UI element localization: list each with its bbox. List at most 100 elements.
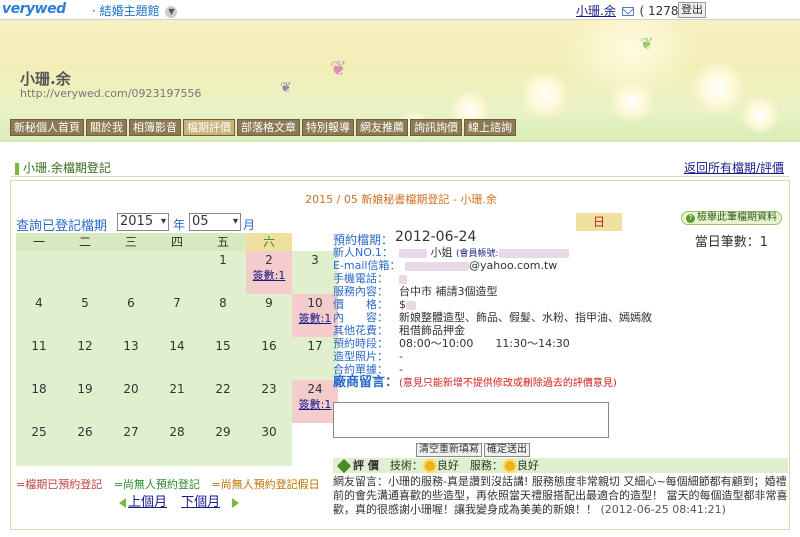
clear-button[interactable]: 清空重新填寫	[416, 443, 482, 457]
calendar-day-booked[interactable]: 2 簽數:1	[246, 251, 292, 294]
weekday-tue: 二	[62, 233, 108, 251]
calendar-day: 1	[219, 253, 227, 267]
skill-value: 良好	[436, 459, 459, 472]
nav-item-inquiry[interactable]: 詢訊詢價	[410, 119, 462, 136]
calendar-day	[154, 251, 200, 294]
calendar-day-booked[interactable]: 24 簽數:1	[292, 380, 338, 423]
calendar-day	[62, 251, 108, 294]
question-icon: ?	[686, 214, 695, 223]
calendar-week: 11 12 13 14 15 16 17	[16, 337, 338, 380]
redacted-text	[406, 300, 416, 310]
review-comment: 網友留言：小珊的服務-真是讚到沒話講! 服務態度非常親切 又細心~每個細節都有顧…	[333, 475, 788, 517]
nav-item-schedule[interactable]: 檔期評價	[183, 119, 235, 136]
nav-item-blog[interactable]: 部落格文章	[237, 119, 300, 136]
calendar-day: 8	[219, 296, 227, 310]
field-value: 08:00～10:00 11:30～14:30	[399, 337, 570, 350]
profile-banner: ❦ ❦ ❦ 小珊.余 http://verywed.com/0923197556…	[0, 20, 800, 142]
calendar-day-booked[interactable]: 10 簽數:1	[292, 294, 338, 337]
month-title: 2015 / 05 新娘秘書檔期登記 - 小珊.余	[305, 193, 497, 206]
query-label: 查詢已登記檔期	[16, 219, 108, 234]
nav-item-album[interactable]: 相簿影音	[129, 119, 181, 136]
section-title: 小珊.余檔期登記	[15, 159, 111, 176]
field-label: 其他花費：	[333, 324, 388, 337]
booking-count-link[interactable]: 簽數:1	[292, 310, 338, 326]
field-value: 新娘整體造型、飾品、假髮、水粉、指甲油、嫣嫣敘	[399, 311, 652, 324]
review-label: 評 價	[353, 459, 379, 472]
butterfly-icon: ❦	[280, 80, 292, 96]
profile-nav: 新秘個人首頁 關於我 相簿影音 檔期評價 部落格文章 特別報導 網友推薦 詢訊詢價 線上諮詢	[10, 119, 518, 136]
calendar-day: 4	[35, 296, 43, 310]
vendor-message-input[interactable]	[333, 402, 609, 438]
calendar-day: 25	[31, 425, 47, 439]
nav-item-consult[interactable]: 線上諮詢	[464, 119, 516, 136]
user-box: 小珊.余 ( 1278 )	[576, 2, 687, 19]
nav-item-home[interactable]: 新秘個人首頁	[10, 119, 84, 136]
page-title: 小珊.余	[20, 70, 71, 88]
butterfly-icon: ❦	[330, 56, 347, 80]
theme-hall-link[interactable]: · 結婚主題館 ▼	[92, 2, 178, 19]
verywed-logo[interactable]: verywed	[2, 1, 66, 17]
year-select[interactable]: 2015	[117, 213, 169, 231]
calendar-week: 1 2 簽數:1 3	[16, 251, 338, 294]
weekday-thu: 四	[154, 233, 200, 251]
calendar-day: 13	[123, 339, 139, 353]
booking-date: 2012-06-24	[395, 229, 477, 245]
logout-button[interactable]: 登出	[678, 2, 706, 18]
field-value: -	[399, 350, 403, 363]
month-navigation: 上個月 下個月	[119, 491, 240, 510]
field-label: 造型照片：	[333, 350, 388, 363]
field-label: 預約時段：	[333, 337, 388, 350]
detail-row-phone: 手機電話：	[333, 272, 788, 285]
field-label: 內 容：	[333, 311, 388, 324]
detail-row-newlywed: 新人NO.1： 小姐 (會員帳號:	[333, 246, 788, 259]
mail-icon[interactable]	[621, 7, 634, 16]
prev-month-link[interactable]: 上個月	[128, 495, 167, 510]
calendar-day: 6	[127, 296, 135, 310]
submit-button[interactable]: 確定送出	[484, 443, 530, 457]
detail-row-time: 預約時段： 08:00～10:00 11:30～14:30	[333, 337, 788, 350]
chevron-down-icon[interactable]: ▼	[165, 5, 178, 18]
calendar: 一 二 三 四 五 六 日 1 2 簽數:1 3 4 5 6 7 8 9 10 …	[16, 213, 622, 466]
price-value: $	[399, 298, 406, 311]
booking-count-link[interactable]: 簽數:1	[292, 396, 338, 412]
next-arrow-icon[interactable]	[232, 497, 240, 508]
top-bar: verywed · 結婚主題館 ▼ 小珊.余 ( 1278 ) 登出	[0, 0, 800, 20]
section-title-text: 小珊.余檔期登記	[23, 161, 111, 175]
sun-icon	[504, 461, 515, 471]
profile-url: http://verywed.com/0923197556	[20, 87, 202, 100]
redacted-text	[405, 261, 469, 271]
user-name-link[interactable]: 小珊.余	[576, 4, 616, 18]
calendar-day: 27	[123, 425, 139, 439]
detail-row-service: 服務內容： 台中市 補請3個造型	[333, 285, 788, 298]
redacted-text	[399, 274, 407, 284]
sun-icon	[424, 461, 435, 471]
field-value: 租借飾品押金	[399, 324, 465, 337]
calendar-day: 9	[265, 296, 273, 310]
prev-arrow-icon[interactable]	[119, 497, 126, 508]
weekday-sun: 日	[576, 213, 622, 231]
calendar-day	[292, 423, 338, 466]
weekday-mon: 一	[16, 233, 62, 251]
calendar-day: 28	[169, 425, 185, 439]
flower-decoration	[690, 60, 746, 116]
calendar-day: 30	[261, 425, 277, 439]
report-booking-button[interactable]: ? 檢舉此筆檔期資料	[681, 211, 782, 225]
nav-item-about[interactable]: 關於我	[86, 119, 127, 136]
calendar-day: 20	[123, 382, 139, 396]
calendar-week: 25 26 27 28 29 30	[16, 423, 338, 466]
booking-count-link[interactable]: 簽數:1	[246, 267, 292, 283]
logo-text: verywed	[2, 1, 66, 17]
back-to-all-link[interactable]: 返回所有檔期/評價	[684, 159, 784, 176]
field-label: 手機電話：	[333, 272, 388, 285]
legend-booked: =檔期已預約登記	[16, 478, 103, 491]
weekday-sat: 六	[246, 233, 292, 251]
month-select[interactable]: 05	[189, 213, 241, 231]
detail-row-contract: 合約單據： -	[333, 363, 788, 376]
flower-decoration	[740, 95, 780, 135]
nav-item-report[interactable]: 特別報導	[302, 119, 354, 136]
next-month-link[interactable]: 下個月	[181, 495, 220, 510]
newlywed-title: 小姐	[430, 246, 453, 259]
detail-row-price: 價 格： $	[333, 298, 788, 311]
field-value: -	[399, 363, 403, 376]
nav-item-recommend[interactable]: 網友推薦	[356, 119, 408, 136]
